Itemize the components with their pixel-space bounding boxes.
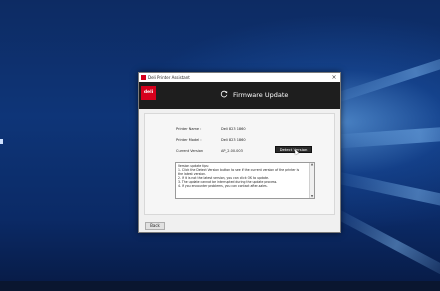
current-version-label: Current Version [176,149,204,153]
tip-line: 4. If you encounter problems, you can co… [178,184,268,188]
wallpaper-light-beam [327,205,440,285]
window-title: Deli Printer Assistant [148,75,190,80]
firmware-update-window: Deli Printer Assistant × deli Firmware U… [138,72,341,233]
printer-model-value: Deli 823 1860 [221,138,246,142]
content-panel: Printer Name : Deli 823 1860 Printer Mod… [144,113,335,215]
current-version-value: AP_2.00.003 [221,149,243,153]
title-bar[interactable]: Deli Printer Assistant × [139,73,340,82]
deli-logo: deli [141,86,156,100]
scroll-down-icon[interactable]: ▼ [310,195,314,198]
printer-name-value: Deli 823 1860 [221,127,246,131]
taskbar[interactable] [0,281,440,291]
printer-model-label: Printer Model : [176,138,202,142]
refresh-icon [220,90,228,98]
desktop-edge-marker [0,139,3,144]
app-icon [141,75,146,80]
update-tips-textarea[interactable]: Version update tips: 1. Click the Detect… [175,162,315,199]
wallpaper-light-beam [328,39,440,105]
back-button[interactable]: Back [145,222,165,230]
header-bar: deli Firmware Update [139,82,340,109]
tips-scrollbar[interactable]: ▲ ▼ [309,163,314,198]
printer-name-label: Printer Name : [176,127,202,131]
close-button[interactable]: × [330,73,338,82]
page-title: Firmware Update [233,91,289,99]
scroll-up-icon[interactable]: ▲ [310,163,314,166]
wallpaper-light-beam [329,122,440,149]
desktop-wallpaper: Deli Printer Assistant × deli Firmware U… [0,0,440,291]
